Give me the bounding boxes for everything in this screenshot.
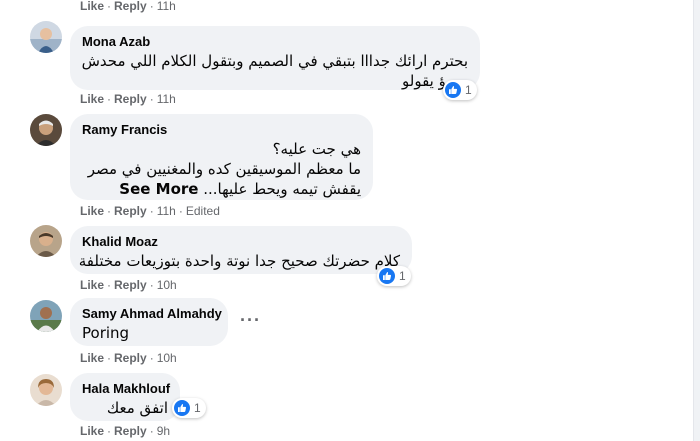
like-button[interactable]: Like	[80, 204, 104, 218]
comment-actions: Like · Reply · 10h	[80, 278, 177, 292]
comment-author[interactable]: Khalid Moaz	[82, 234, 400, 249]
like-icon	[445, 82, 461, 98]
comment-timestamp[interactable]: 11h	[157, 0, 176, 13]
like-icon	[379, 268, 395, 284]
comment-bubble: Samy Ahmad Almahdy Poring	[70, 298, 228, 346]
comment-timestamp[interactable]: 10h	[157, 351, 177, 365]
see-more-link[interactable]: See More	[119, 180, 198, 198]
reply-button[interactable]: Reply	[114, 0, 147, 13]
comment-text: اتفق معك	[106, 399, 168, 417]
reaction-count: 1	[194, 401, 201, 415]
reply-button[interactable]: Reply	[114, 351, 147, 365]
reply-button[interactable]: Reply	[114, 92, 147, 106]
comment-timestamp[interactable]: 11h	[157, 92, 176, 106]
comment-author[interactable]: Mona Azab	[82, 34, 468, 49]
reaction-badge[interactable]: 1	[377, 266, 411, 286]
like-button[interactable]: Like	[80, 92, 104, 106]
comment-text: Poring	[82, 324, 130, 342]
reaction-badge[interactable]: 1	[443, 80, 477, 100]
comment-bubble: Khalid Moaz كلام حضرتك صحيح جدا نوتة واح…	[70, 226, 412, 274]
avatar[interactable]	[30, 225, 62, 257]
avatar[interactable]	[30, 21, 62, 53]
avatar[interactable]	[30, 374, 62, 406]
reaction-count: 1	[399, 269, 406, 283]
reaction-badge[interactable]: 1	[172, 398, 206, 418]
comment-author[interactable]: Samy Ahmad Almahdy	[82, 306, 222, 321]
like-button[interactable]: Like	[80, 0, 104, 13]
comment-actions: Like · Reply · 9h	[80, 424, 171, 438]
comment-text: هي جت عليه؟ ما معظم الموسيقين كده والمغن…	[87, 140, 361, 198]
reaction-count: 1	[465, 83, 472, 97]
avatar[interactable]	[30, 300, 62, 332]
more-options-button[interactable]: ···	[240, 310, 261, 331]
comment-text: بحترم ارائك جدااا بتبقي في الصميم وبتقول…	[81, 52, 468, 90]
edited-label: Edited	[185, 204, 220, 218]
comment-author[interactable]: Hala Makhlouf	[82, 381, 170, 396]
comment-bubble: Mona Azab بحترم ارائك جدااا بتبقي في الص…	[70, 26, 480, 90]
like-button[interactable]: Like	[80, 351, 104, 365]
comment-actions-previous: Like · Reply · 11h	[80, 0, 176, 13]
reply-button[interactable]: Reply	[114, 278, 147, 292]
reply-button[interactable]: Reply	[114, 204, 147, 218]
comment-timestamp[interactable]: 11h	[157, 204, 176, 218]
avatar[interactable]	[30, 114, 62, 146]
comment-actions: Like · Reply · 11h · Edited	[80, 204, 220, 218]
reply-button[interactable]: Reply	[114, 424, 147, 438]
like-button[interactable]: Like	[80, 424, 104, 438]
comment-timestamp[interactable]: 10h	[157, 278, 177, 292]
comment-timestamp[interactable]: 9h	[157, 424, 170, 438]
comment-actions: Like · Reply · 11h	[80, 92, 176, 106]
like-icon	[174, 400, 190, 416]
comment-actions: Like · Reply · 10h	[80, 351, 177, 365]
comment-text: كلام حضرتك صحيح جدا نوتة واحدة بتوزيعات …	[78, 252, 400, 270]
page-scroll-edge	[693, 0, 700, 441]
like-button[interactable]: Like	[80, 278, 104, 292]
comment-author[interactable]: Ramy Francis	[82, 122, 361, 137]
comment-bubble: Hala Makhlouf اتفق معك	[70, 373, 180, 421]
comment-bubble: Ramy Francis هي جت عليه؟ ما معظم الموسيق…	[70, 114, 373, 200]
